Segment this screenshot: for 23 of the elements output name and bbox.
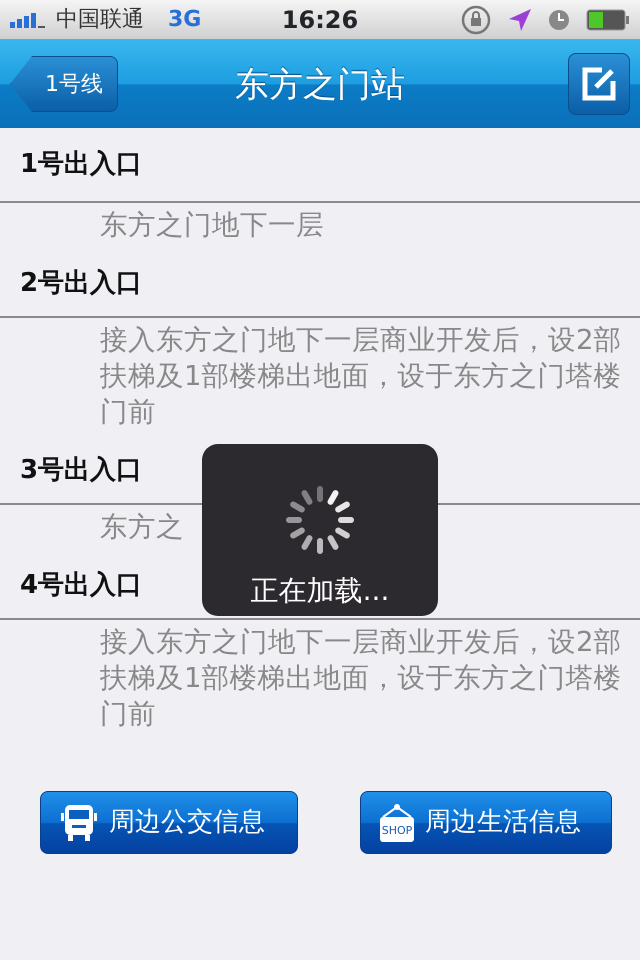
clock-time: 16:26 [282,4,358,36]
spinner-icon [284,484,356,556]
exit-heading: 1号出入口 [0,128,640,203]
carrier-name: 中国联通 [56,6,144,34]
battery-icon [586,8,630,30]
exit-description: 东方之 [100,510,184,545]
clock-icon [548,8,570,30]
edit-icon [582,67,616,101]
location-icon [508,8,532,32]
exit-description: 接入东方之门地下一层商业开发后，设2部扶梯及1部楼梯出地面，设于东方之门塔楼门前 [100,323,622,430]
exit-description: 接入东方之门地下一层商业开发后，设2部扶梯及1部楼梯出地面，设于东方之门塔楼门前 [100,625,622,732]
bus-icon [59,802,99,842]
exit-heading: 2号出入口 [0,250,640,318]
shop-info-button[interactable]: SHOP 周边生活信息 [360,791,612,854]
bus-info-button[interactable]: 周边公交信息 [40,791,298,854]
rotation-lock-icon [460,4,492,36]
page-title: 东方之门站 [235,64,405,107]
signal-icon [10,12,48,28]
loading-message: 正在加载... [250,573,390,609]
back-button[interactable]: 1号线 [10,56,118,112]
edit-button[interactable] [568,53,630,115]
network-type: 3G [168,6,202,34]
exit-description: 东方之门地下一层 [100,208,324,243]
